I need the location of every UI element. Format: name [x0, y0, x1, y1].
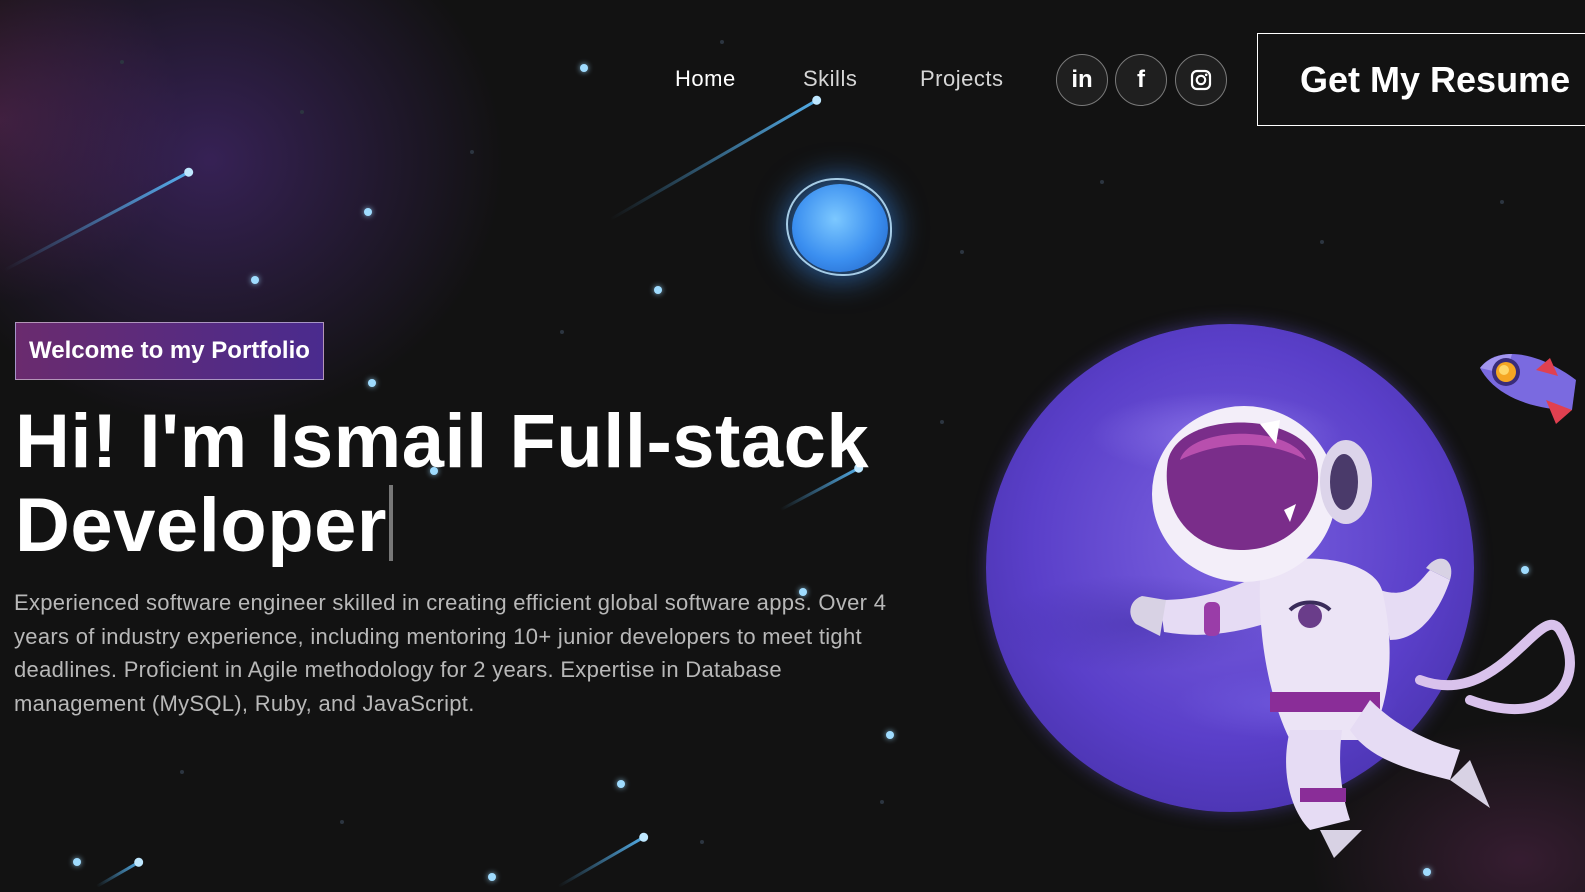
- star-decoration: [617, 780, 625, 788]
- star-decoration: [700, 840, 704, 844]
- portfolio-page: Home Skills Projects in f Get My Resume …: [0, 0, 1585, 892]
- linkedin-icon-label: in: [1071, 66, 1093, 93]
- star-decoration: [654, 286, 662, 294]
- instagram-icon[interactable]: [1175, 54, 1227, 106]
- star-decoration: [1320, 240, 1324, 244]
- star-decoration: [251, 276, 259, 284]
- star-decoration: [368, 379, 376, 387]
- shooting-star-decoration: [3, 170, 191, 272]
- shooting-star-decoration: [557, 835, 646, 888]
- instagram-glyph-icon: [1190, 69, 1212, 91]
- astronaut-illustration: [1130, 406, 1575, 858]
- star-decoration: [180, 770, 184, 774]
- star-decoration: [1500, 200, 1504, 204]
- hero-headline: Hi! I'm Ismail Full-stack Developer: [15, 400, 945, 568]
- nav-link-home[interactable]: Home: [675, 66, 736, 92]
- star-decoration: [340, 820, 344, 824]
- typing-cursor: [389, 485, 393, 561]
- star-decoration: [560, 330, 564, 334]
- star-decoration: [720, 40, 724, 44]
- nav-link-skills[interactable]: Skills: [803, 66, 857, 92]
- star-decoration: [364, 208, 372, 216]
- facebook-icon-label: f: [1137, 66, 1145, 93]
- star-decoration: [886, 731, 894, 739]
- hero-bio: Experienced software engineer skilled in…: [14, 590, 887, 716]
- shooting-star-decoration: [609, 98, 819, 221]
- star-decoration: [580, 64, 588, 72]
- star-decoration: [960, 250, 964, 254]
- star-decoration: [488, 873, 496, 881]
- get-resume-button[interactable]: Get My Resume: [1257, 33, 1585, 126]
- hero-headline-text: Hi! I'm Ismail Full-stack Developer: [15, 399, 870, 568]
- nav-link-projects[interactable]: Projects: [920, 66, 1003, 92]
- shooting-star-decoration: [95, 860, 141, 888]
- linkedin-icon[interactable]: in: [1056, 54, 1108, 106]
- welcome-tagline: Welcome to my Portfolio: [15, 322, 324, 380]
- star-decoration: [300, 110, 304, 114]
- glowing-planet-illustration: [786, 178, 892, 276]
- facebook-icon[interactable]: f: [1115, 54, 1167, 106]
- star-decoration: [73, 858, 81, 866]
- star-decoration: [1100, 180, 1104, 184]
- star-decoration: [470, 150, 474, 154]
- star-decoration: [880, 800, 884, 804]
- star-decoration: [120, 60, 124, 64]
